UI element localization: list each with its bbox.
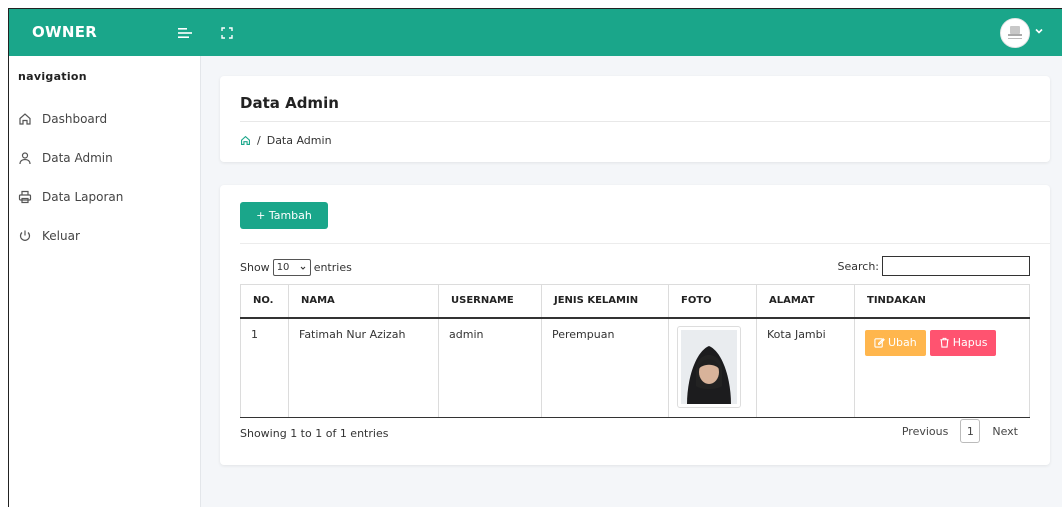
user-avatar[interactable] [1000,18,1030,48]
sidebar-item-label: Dashboard [42,112,108,126]
column-header-foto[interactable]: FOTO [668,284,757,319]
pagination-next[interactable]: Next [980,425,1030,438]
sidebar-item-keluar[interactable]: Keluar [18,224,188,248]
cell-username: admin [438,317,542,418]
column-header-jenis-kelamin[interactable]: JENIS KELAMIN [541,284,669,319]
entries-length-control: Show 10 entries [240,259,352,276]
sidebar-item-dashboard[interactable]: Dashboard [18,107,188,131]
add-admin-button[interactable]: + Tambah [240,202,328,229]
admin-photo-image [681,329,737,404]
delete-button[interactable]: Hapus [929,329,997,356]
row-actions: Ubah Hapus [865,329,1019,356]
edit-icon [874,338,885,348]
column-header-username[interactable]: USERNAME [438,284,542,319]
sidebar-item-data-admin[interactable]: Data Admin [18,146,188,170]
brand-title: OWNER [32,23,98,41]
pagination-page-1[interactable]: 1 [960,419,981,443]
fullscreen-icon[interactable] [219,25,235,41]
breadcrumb-separator: / [257,134,261,147]
entries-select-value: 10 [276,262,290,273]
cell-foto [668,317,757,418]
sidebar-item-label: Data Admin [42,151,113,165]
search-input[interactable] [882,256,1030,276]
sidebar-item-data-laporan[interactable]: Data Laporan [18,185,188,209]
entries-select[interactable]: 10 [272,259,311,276]
chevron-down-icon[interactable] [1033,25,1047,39]
cell-alamat: Kota Jambi [756,317,855,418]
column-header-nama[interactable]: NAMA [288,284,439,319]
breadcrumb: / Data Admin [240,134,332,147]
show-label: Show [240,261,270,274]
table-info: Showing 1 to 1 of 1 entries [240,427,389,440]
sidebar: navigation Dashboard Data Admin Data Lap… [9,56,201,507]
chevron-down-icon [300,266,306,270]
sidebar-item-label: Keluar [42,229,80,243]
cell-nama: Fatimah Nur Azizah [288,317,439,418]
printer-icon [18,190,32,204]
cell-tindakan: Ubah Hapus [854,317,1030,418]
column-header-no[interactable]: NO. [240,284,289,319]
power-icon [19,230,31,241]
delete-label: Hapus [952,336,988,349]
table-header-row: NO. NAMA USERNAME JENIS KELAMIN FOTO ALA… [240,284,1030,319]
breadcrumb-home-icon[interactable] [240,135,251,146]
app-frame: OWNER navigation Dashboard Data Admin Da… [8,8,1062,507]
title-divider [240,121,1050,122]
pagination-previous[interactable]: Previous [890,425,961,438]
trash-icon [940,337,949,348]
cell-jenis-kelamin: Perempuan [541,317,669,418]
home-icon [19,113,31,125]
admin-photo [677,325,741,408]
table-row: 1 Fatimah Nur Azizah admin Perempuan Kot… [240,317,1030,418]
entries-label: entries [313,261,352,274]
card-divider [240,243,1050,244]
table-search: Search: [837,256,1030,276]
column-header-tindakan[interactable]: TINDAKAN [854,284,1030,319]
sidebar-item-label: Data Laporan [42,190,124,204]
page-header-card: Data Admin / Data Admin [220,76,1050,162]
data-table-card: + Tambah Show 10 entries Search: NO. NAM… [220,185,1050,465]
top-bar: OWNER [9,9,1062,56]
page-title: Data Admin [240,94,339,112]
edit-button[interactable]: Ubah [865,329,926,356]
column-header-alamat[interactable]: ALAMAT [756,284,855,319]
nav-caption: navigation [18,70,87,83]
pagination: Previous 1 Next [890,419,1030,443]
search-label: Search: [837,259,880,273]
edit-label: Ubah [888,336,917,349]
menu-toggle-icon[interactable] [177,25,193,41]
breadcrumb-current: Data Admin [266,134,332,147]
admin-table: NO. NAMA USERNAME JENIS KELAMIN FOTO ALA… [240,284,1030,418]
user-icon [19,152,31,165]
cell-no: 1 [240,317,289,418]
